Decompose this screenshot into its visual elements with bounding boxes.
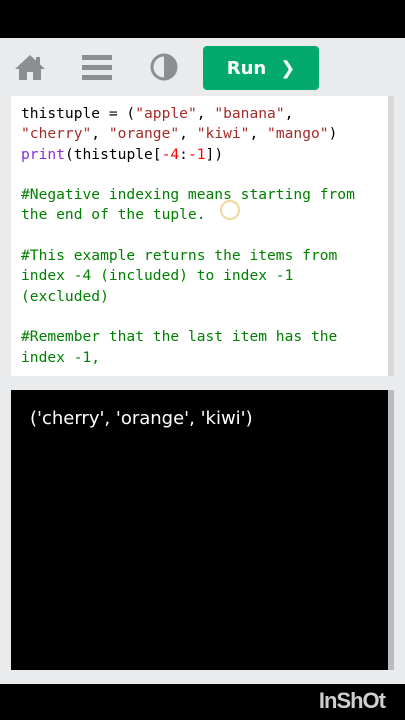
code-token: thistuple = ( xyxy=(21,105,136,122)
code-token: index -1, xyxy=(21,348,101,366)
code-line: #Remember that the last item has the xyxy=(21,327,388,347)
code-token: "kiwi" xyxy=(196,125,250,143)
code-token: "mango" xyxy=(267,125,329,143)
code-token: "cherry" xyxy=(21,125,92,143)
run-button[interactable]: Run ❯ xyxy=(203,46,319,90)
code-token: #Negative indexing means starting from xyxy=(21,186,355,204)
code-token: "orange" xyxy=(108,125,180,143)
code-token: (excluded) xyxy=(21,287,109,305)
output-panel: ('cherry', 'orange', 'kiwi') xyxy=(11,390,394,670)
code-token: , xyxy=(91,125,109,143)
code-token: : xyxy=(179,145,188,163)
code-line: (excluded) xyxy=(21,287,388,307)
code-token: , xyxy=(249,125,268,143)
navigation-bar: InShOt xyxy=(0,684,405,720)
code-token: -1 xyxy=(187,145,206,163)
code-token: , xyxy=(284,105,294,122)
code-token: #Remember that the last item has the xyxy=(21,328,338,346)
code-line: index -1, xyxy=(21,348,388,368)
code-token: , xyxy=(196,105,215,122)
code-editor[interactable]: thistuple = ("apple", "banana", "cherry",… xyxy=(11,96,394,376)
code-token: the end of the tuple. xyxy=(21,206,206,224)
code-line: thistuple = ("apple", "banana", xyxy=(21,104,388,124)
menu-icon[interactable] xyxy=(80,52,114,82)
code-text[interactable]: thistuple = ("apple", "banana", "cherry",… xyxy=(11,96,388,368)
code-token: index -4 (included) to index -1 xyxy=(21,267,294,285)
code-token: , xyxy=(179,125,197,143)
code-line: #This example returns the items from xyxy=(21,246,388,266)
code-token: (thistuple[ xyxy=(64,145,162,163)
chevron-right-icon: ❯ xyxy=(280,57,296,79)
code-line: print(thistuple[-4:-1]) xyxy=(21,145,388,165)
toolbar: Run ❯ xyxy=(0,38,405,96)
status-bar xyxy=(0,0,405,38)
output-text: ('cherry', 'orange', 'kiwi') xyxy=(30,408,253,429)
touch-indicator xyxy=(220,200,240,220)
code-token: #This example returns the items from xyxy=(21,247,338,265)
code-token: "apple" xyxy=(135,105,197,122)
watermark-logo: InShOt xyxy=(318,688,386,713)
code-token: ) xyxy=(328,125,338,143)
code-token: ]) xyxy=(205,145,224,163)
code-token: "banana" xyxy=(214,105,285,122)
code-line: "cherry", "orange", "kiwi", "mango") xyxy=(21,124,388,144)
code-line: the end of the tuple. xyxy=(21,205,388,225)
home-icon[interactable] xyxy=(13,52,47,82)
code-line: index -4 (included) to index -1 xyxy=(21,266,388,286)
code-token: print xyxy=(21,145,65,163)
code-line: #Negative indexing means starting from xyxy=(21,185,388,205)
run-button-label: Run xyxy=(226,57,267,79)
code-token: -4 xyxy=(161,145,180,163)
contrast-icon[interactable] xyxy=(148,52,182,82)
